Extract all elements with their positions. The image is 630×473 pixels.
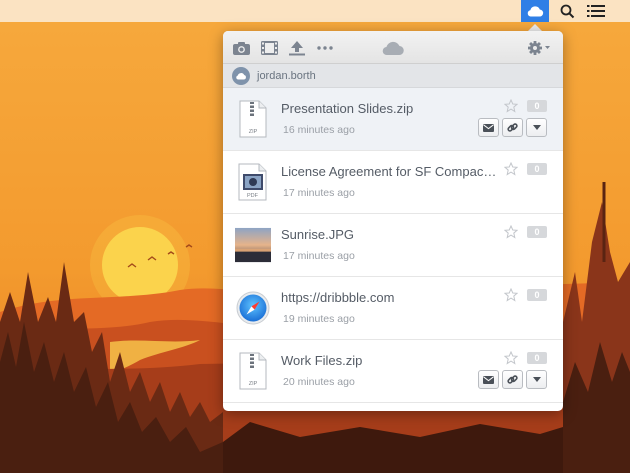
zip-file-icon: ZIP [235, 99, 271, 139]
file-name: Presentation Slides.zip [281, 101, 414, 116]
zip-file-icon: ZIP [235, 351, 271, 391]
image-thumbnail [235, 225, 271, 265]
list-item[interactable]: PDF License Agreement for SF Compact F..… [223, 151, 563, 214]
pdf-file-icon: PDF [235, 162, 271, 202]
more-icon[interactable] [315, 38, 335, 58]
camera-icon[interactable] [231, 38, 251, 58]
view-count-badge: 0 [527, 163, 547, 175]
row-actions [478, 118, 547, 137]
file-name: Sunrise.JPG [281, 227, 354, 242]
star-icon[interactable] [504, 99, 518, 113]
gear-icon[interactable] [525, 38, 553, 58]
list-icon[interactable] [584, 0, 608, 22]
cloud-icon [379, 38, 407, 58]
more-actions-dropdown[interactable] [526, 370, 547, 389]
video-icon[interactable] [259, 38, 279, 58]
copy-link-button[interactable] [502, 370, 523, 389]
copy-link-button[interactable] [502, 118, 523, 137]
email-button[interactable] [478, 118, 499, 137]
list-item[interactable]: ZIP Presentation Slides.zip 16 minutes a… [223, 88, 563, 151]
star-icon[interactable] [504, 225, 518, 239]
svg-text:ZIP: ZIP [249, 381, 258, 387]
account-username: jordan.borth [257, 69, 316, 82]
file-timestamp: 17 minutes ago [283, 250, 355, 262]
view-count-badge: 0 [527, 289, 547, 301]
file-timestamp: 19 minutes ago [283, 313, 355, 325]
list-item[interactable]: Sunrise.JPG 17 minutes ago 0 [223, 214, 563, 277]
avatar [232, 66, 250, 85]
chevron-down-icon [532, 125, 541, 130]
file-timestamp: 16 minutes ago [283, 124, 355, 136]
svg-text:PDF: PDF [247, 193, 259, 199]
file-timestamp: 20 minutes ago [283, 376, 355, 388]
file-name: https://dribbble.com [281, 290, 395, 305]
menu-bar [0, 0, 630, 22]
cloud-icon[interactable] [521, 0, 549, 22]
file-name: License Agreement for SF Compact F... [281, 164, 499, 179]
account-bar: jordan.borth [223, 64, 563, 88]
envelope-icon [483, 375, 494, 384]
view-count-badge: 0 [527, 100, 547, 112]
chevron-down-icon [532, 377, 541, 382]
link-icon [507, 123, 518, 132]
file-name: Work Files.zip [281, 353, 363, 368]
view-count-badge: 0 [527, 352, 547, 364]
row-actions [478, 370, 547, 389]
safari-compass-icon [235, 288, 271, 328]
star-icon[interactable] [504, 288, 518, 302]
list-item[interactable]: https://dribbble.com 19 minutes ago 0 [223, 277, 563, 340]
cloudapp-popover: jordan.borth ZIP Presentation Slides.zip… [223, 31, 563, 411]
file-timestamp: 17 minutes ago [283, 187, 355, 199]
search-icon[interactable] [556, 0, 578, 22]
view-count-badge: 0 [527, 226, 547, 238]
star-icon[interactable] [504, 162, 518, 176]
popover-toolbar [223, 31, 563, 64]
star-icon[interactable] [504, 351, 518, 365]
email-button[interactable] [478, 370, 499, 389]
envelope-icon [483, 123, 494, 132]
list-item[interactable]: ZIP Work Files.zip 20 minutes ago 0 [223, 340, 563, 403]
more-actions-dropdown[interactable] [526, 118, 547, 137]
upload-icon[interactable] [287, 38, 307, 58]
svg-text:ZIP: ZIP [249, 129, 258, 135]
link-icon [507, 375, 518, 384]
